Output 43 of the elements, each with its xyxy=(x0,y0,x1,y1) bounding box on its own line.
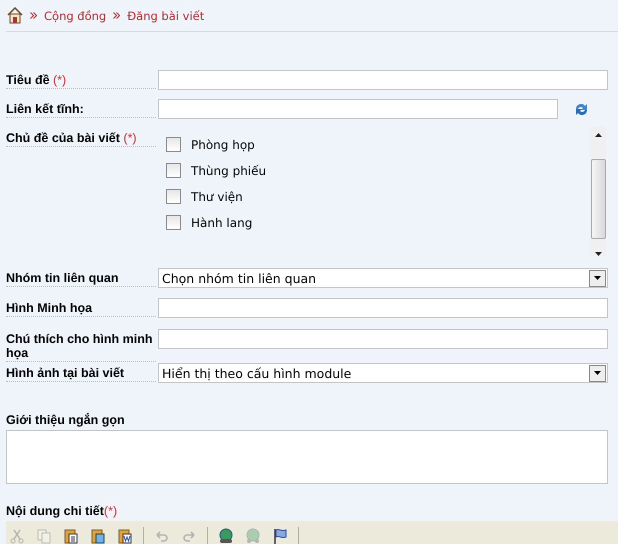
copy-icon xyxy=(36,528,52,544)
option-label: Hành lang xyxy=(191,216,252,230)
checkbox[interactable] xyxy=(166,215,181,230)
toolbar-button[interactable] xyxy=(116,527,134,544)
option-label: Thư viện xyxy=(191,190,243,204)
text-field[interactable] xyxy=(158,329,608,349)
text-area[interactable] xyxy=(6,430,608,484)
dropdown[interactable]: Hiển thị theo cấu hình module xyxy=(158,363,608,383)
clipboard-icon xyxy=(117,528,133,544)
checkbox[interactable] xyxy=(166,137,181,152)
text-field[interactable] xyxy=(158,298,608,318)
field-label: Nội dung chi tiết(*) xyxy=(6,504,118,518)
toolbar-button[interactable] xyxy=(62,527,80,544)
clipboard-icon xyxy=(90,528,106,544)
checkbox[interactable] xyxy=(166,189,181,204)
field-label: Hình Minh họa xyxy=(6,301,92,315)
dropdown-arrow-icon xyxy=(594,276,601,280)
option-label: Thùng phiếu xyxy=(191,164,266,178)
home-icon[interactable] xyxy=(7,7,23,24)
scissors-icon xyxy=(9,528,25,544)
flag-icon xyxy=(272,528,288,544)
field-label: Nhóm tin liên quan xyxy=(6,271,118,285)
field-label: Liên kết tĩnh: xyxy=(6,102,84,116)
text-field[interactable] xyxy=(158,70,608,90)
field-label: Hình ảnh tại bài viết xyxy=(6,366,124,380)
chevron-icon xyxy=(30,12,37,19)
breadcrumb-link[interactable]: Cộng đồng xyxy=(44,8,106,22)
scrollbar[interactable] xyxy=(590,127,606,256)
field-label: Chủ đề của bài viết (*) xyxy=(6,131,137,145)
toolbar-button[interactable] xyxy=(89,527,107,544)
field-label: Tiêu đề (*) xyxy=(6,73,66,87)
checkbox[interactable] xyxy=(166,163,181,178)
field-label: Chú thích cho hình minh họa xyxy=(6,332,153,360)
scroll-up-arrow-icon[interactable] xyxy=(594,133,602,137)
dropdown[interactable]: Chọn nhóm tin liên quan xyxy=(158,268,608,288)
field-label: Giới thiệu ngắn gọn xyxy=(6,413,126,427)
clipboard-icon xyxy=(63,528,79,544)
dropdown-arrow-icon xyxy=(594,371,601,375)
option-label: Phòng họp xyxy=(191,138,255,152)
breadcrumb-link[interactable]: Đăng bài viết xyxy=(127,8,204,22)
text-field[interactable] xyxy=(158,99,558,119)
scroll-down-arrow-icon[interactable] xyxy=(594,252,602,256)
chevron-icon xyxy=(113,12,120,19)
